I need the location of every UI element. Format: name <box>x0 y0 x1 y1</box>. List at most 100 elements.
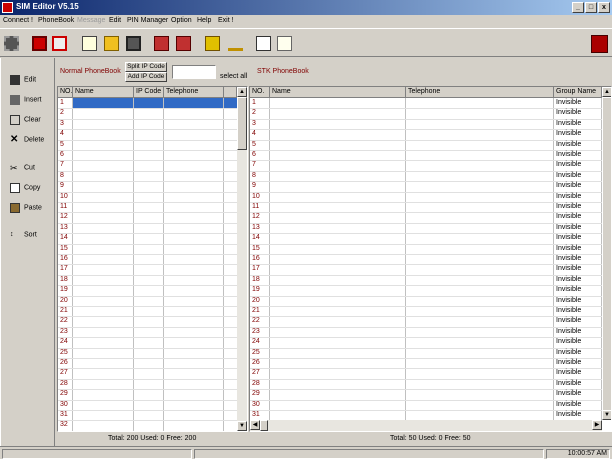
close-button[interactable]: x <box>598 2 610 13</box>
group-name-cell[interactable]: Invisible <box>554 129 604 139</box>
read-sim-icon[interactable] <box>154 36 169 51</box>
row-number[interactable]: 16 <box>58 254 75 264</box>
group-name-cell[interactable]: Invisible <box>554 358 604 368</box>
stk-vertical-scrollbar[interactable]: ▲ ▼ <box>602 87 611 420</box>
sidebar-sort-button[interactable]: ↕ Sort <box>10 230 37 242</box>
group-name-cell[interactable]: Invisible <box>554 316 604 326</box>
menu-message[interactable]: Message <box>77 17 105 24</box>
row-number[interactable]: 3 <box>58 119 75 129</box>
row-number[interactable]: 8 <box>58 171 75 181</box>
row-number[interactable]: 24 <box>58 337 75 347</box>
group-name-cell[interactable]: Invisible <box>554 160 604 170</box>
row-number[interactable]: 6 <box>58 150 75 160</box>
title-bar[interactable]: SIM Editor V5.15 _ □ x <box>0 0 612 15</box>
col-header-name[interactable]: Name <box>73 87 134 98</box>
row-number[interactable]: 11 <box>250 202 272 212</box>
row-number[interactable]: 32 <box>58 420 75 430</box>
group-name-cell[interactable]: Invisible <box>554 296 604 306</box>
group-name-cell[interactable]: Invisible <box>554 181 604 191</box>
scroll-thumb[interactable] <box>602 97 611 413</box>
group-name-cell[interactable]: Invisible <box>554 108 604 118</box>
row-number[interactable]: 4 <box>58 129 75 139</box>
row-number[interactable]: 13 <box>58 223 75 233</box>
group-name-cell[interactable]: Invisible <box>554 140 604 150</box>
group-name-cell[interactable]: Invisible <box>554 150 604 160</box>
menu-option[interactable]: Option <box>171 17 192 24</box>
row-number[interactable]: 2 <box>250 108 272 118</box>
group-name-cell[interactable]: Invisible <box>554 98 604 108</box>
col-header-ip-code[interactable]: IP Code <box>134 87 164 98</box>
row-number[interactable]: 5 <box>58 140 75 150</box>
row-number[interactable]: 23 <box>250 327 272 337</box>
phonebook-red-icon[interactable] <box>32 36 47 51</box>
sidebar-delete-button[interactable]: ✕ Delete <box>10 135 44 147</box>
key-icon[interactable] <box>228 36 243 51</box>
stk-horizontal-scrollbar[interactable]: ◀ ▶ <box>250 420 602 431</box>
row-number[interactable]: 22 <box>58 316 75 326</box>
row-number[interactable]: 25 <box>250 348 272 358</box>
row-number[interactable]: 12 <box>250 212 272 222</box>
row-number[interactable]: 9 <box>58 181 75 191</box>
row-number[interactable]: 9 <box>250 181 272 191</box>
group-name-cell[interactable]: Invisible <box>554 410 604 420</box>
row-number[interactable]: 10 <box>58 192 75 202</box>
row-number[interactable]: 7 <box>58 160 75 170</box>
chart-icon[interactable] <box>277 36 292 51</box>
group-name-cell[interactable]: Invisible <box>554 327 604 337</box>
group-name-cell[interactable]: Invisible <box>554 233 604 243</box>
sms-icon[interactable] <box>52 36 67 51</box>
scroll-up-arrow-icon[interactable]: ▲ <box>602 87 611 97</box>
row-number[interactable]: 30 <box>58 400 75 410</box>
row-number[interactable]: 23 <box>58 327 75 337</box>
row-number[interactable]: 29 <box>58 389 75 399</box>
menu-pin-manager[interactable]: PIN Manager <box>127 17 168 24</box>
group-name-cell[interactable]: Invisible <box>554 348 604 358</box>
col-header-telephone[interactable]: Telephone <box>164 87 224 98</box>
group-name-cell[interactable]: Invisible <box>554 119 604 129</box>
group-name-cell[interactable]: Invisible <box>554 337 604 347</box>
group-name-cell[interactable]: Invisible <box>554 192 604 202</box>
row-number[interactable]: 16 <box>250 254 272 264</box>
menu-edit[interactable]: Edit <box>109 17 121 24</box>
scroll-down-arrow-icon[interactable]: ▼ <box>237 421 247 431</box>
stk-phonebook-grid[interactable]: NO. Name Telephone Group Name 1 Invisible… <box>249 86 612 432</box>
connect-icon[interactable] <box>4 36 19 51</box>
row-number[interactable]: 25 <box>58 348 75 358</box>
row-number[interactable]: 17 <box>250 264 272 274</box>
row-number[interactable]: 30 <box>250 400 272 410</box>
row-number[interactable]: 17 <box>58 264 75 274</box>
row-number[interactable]: 15 <box>58 244 75 254</box>
row-number[interactable]: 27 <box>250 368 272 378</box>
sidebar-clear-button[interactable]: Clear <box>10 115 41 127</box>
row-number[interactable]: 11 <box>58 202 75 212</box>
col-header-no[interactable]: NO. <box>250 87 270 98</box>
menu-help[interactable]: Help <box>197 17 211 24</box>
group-name-cell[interactable]: Invisible <box>554 379 604 389</box>
group-name-cell[interactable]: Invisible <box>554 202 604 212</box>
row-number[interactable]: 2 <box>58 108 75 118</box>
row-number[interactable]: 1 <box>58 98 75 108</box>
scroll-up-arrow-icon[interactable]: ▲ <box>237 87 247 97</box>
menu-connect[interactable]: Connect ! <box>3 17 33 24</box>
row-number[interactable]: 21 <box>250 306 272 316</box>
row-number[interactable]: 15 <box>250 244 272 254</box>
row-number[interactable]: 7 <box>250 160 272 170</box>
row-number[interactable]: 21 <box>58 306 75 316</box>
row-number[interactable]: 6 <box>250 150 272 160</box>
group-name-cell[interactable]: Invisible <box>554 264 604 274</box>
row-number[interactable]: 14 <box>58 233 75 243</box>
sidebar-edit-button[interactable]: Edit <box>10 75 36 87</box>
row-number[interactable]: 29 <box>250 389 272 399</box>
sidebar-copy-button[interactable]: Copy <box>10 183 40 195</box>
row-number[interactable]: 8 <box>250 171 272 181</box>
group-name-cell[interactable]: Invisible <box>554 223 604 233</box>
notepad-icon[interactable] <box>82 36 97 51</box>
scroll-left-arrow-icon[interactable]: ◀ <box>250 420 260 430</box>
group-name-cell[interactable]: Invisible <box>554 285 604 295</box>
row-number[interactable]: 19 <box>58 285 75 295</box>
row-number[interactable]: 24 <box>250 337 272 347</box>
group-name-cell[interactable]: Invisible <box>554 400 604 410</box>
normal-vertical-scrollbar[interactable]: ▲ ▼ <box>237 87 247 431</box>
sidebar-cut-button[interactable]: ✂ Cut <box>10 163 35 175</box>
group-name-cell[interactable]: Invisible <box>554 275 604 285</box>
